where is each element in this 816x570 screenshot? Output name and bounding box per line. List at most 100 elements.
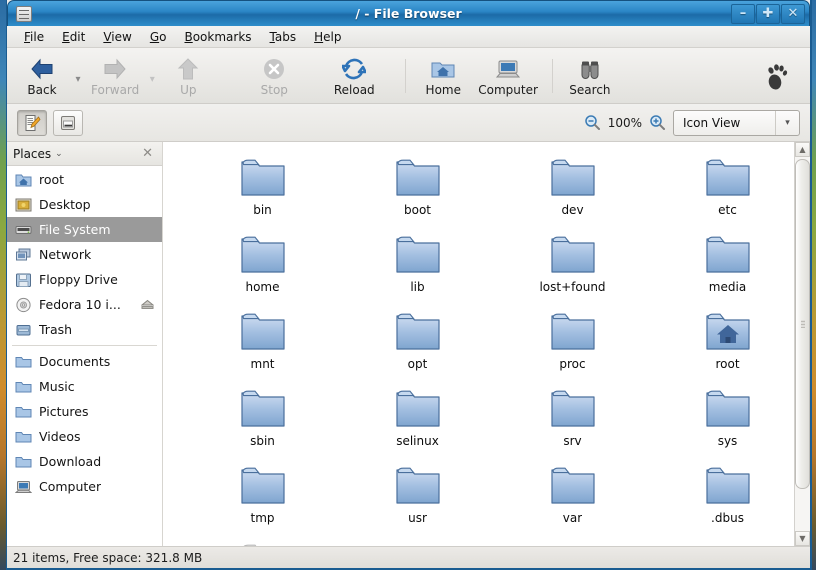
file-item[interactable]: root [650,304,794,381]
file-item-partial[interactable] [185,535,340,546]
file-item[interactable]: dev [495,150,650,227]
up-button[interactable]: Up [159,51,217,101]
file-view-area: bin boot dev etc home lib lost+found med… [163,142,810,546]
sidebar-item-documents[interactable]: Documents [7,349,162,374]
menu-view[interactable]: View [94,28,140,46]
eject-icon[interactable] [141,299,154,310]
file-item[interactable]: .dbus [650,458,794,535]
sidebar-item-file-system[interactable]: File System [7,217,162,242]
location-toolbar: 100% Icon View ▾ [7,104,810,142]
sidebar-item-videos[interactable]: Videos [7,424,162,449]
scrollbar-track[interactable] [795,157,810,531]
forward-history-dropdown[interactable]: ▾ [145,74,159,85]
sidebar-item-pictures[interactable]: Pictures [7,399,162,424]
file-label: boot [403,203,431,217]
stop-button[interactable]: Stop [245,51,303,101]
sidebar-item-root[interactable]: root [7,167,162,192]
sidebar-item-trash[interactable]: Trash [7,317,162,342]
home-folder-icon [703,308,753,354]
sidebar-item-desktop[interactable]: Desktop [7,192,162,217]
file-item[interactable]: etc [650,150,794,227]
chevron-down-icon[interactable]: ⌄ [55,149,63,159]
folder-icon [548,308,598,354]
scroll-down-arrow[interactable]: ▼ [795,531,810,546]
file-item[interactable]: boot [340,150,495,227]
places-header[interactable]: Places ⌄ ✕ [7,142,162,166]
menu-tabs[interactable]: Tabs [261,28,306,46]
file-label: root [715,357,740,371]
stop-label: Stop [260,82,288,97]
back-button[interactable]: Back [13,51,71,101]
file-item[interactable]: sys [650,381,794,458]
file-browser-window: / - File Browser – ✚ ✕ File Edit View Go… [6,0,812,570]
icon-view[interactable]: bin boot dev etc home lib lost+found med… [163,142,794,546]
file-item[interactable]: opt [340,304,495,381]
vertical-scrollbar[interactable]: ▲ ▼ [794,142,810,546]
desktop-icon [15,197,32,213]
menu-go[interactable]: Go [141,28,176,46]
computer-button[interactable]: Computer [472,51,544,101]
zoom-in-icon[interactable] [649,114,666,131]
file-item[interactable]: selinux [340,381,495,458]
sidebar-item-computer[interactable]: Computer [7,474,162,499]
file-item[interactable]: media [650,227,794,304]
window-title: / - File Browser [355,6,462,21]
file-label: bin [253,203,272,217]
menu-help[interactable]: Help [305,28,350,46]
menu-mnemonic: G [149,29,160,44]
file-item[interactable]: proc [495,304,650,381]
edit-location-toggle[interactable] [17,109,47,136]
file-item[interactable]: home [185,227,340,304]
forward-button[interactable]: Forward [85,51,145,101]
up-label: Up [180,82,197,97]
file-label: lib [410,280,425,294]
file-item[interactable]: usr [340,458,495,535]
menu-file[interactable]: File [15,28,53,46]
file-item[interactable]: lib [340,227,495,304]
menu-edit[interactable]: Edit [53,28,94,46]
folder-icon [15,404,32,420]
file-item[interactable]: mnt [185,304,340,381]
sidebar-item-label: Trash [39,322,73,337]
file-item[interactable]: var [495,458,650,535]
breadcrumb-toggle[interactable] [53,109,83,136]
menu-label: ookmarks [192,29,252,44]
scroll-up-arrow[interactable]: ▲ [795,142,810,157]
scrollbar-thumb[interactable] [795,159,810,489]
close-sidebar-icon[interactable]: ✕ [142,146,156,161]
window-body: Places ⌄ ✕ root Desktop File System Netw… [7,142,810,546]
menu-bookmarks[interactable]: Bookmarks [175,28,260,46]
sidebar-item-download[interactable]: Download [7,449,162,474]
folder-icon [15,379,32,395]
sidebar-item-floppy-drive[interactable]: Floppy Drive [7,267,162,292]
close-button[interactable]: ✕ [781,3,805,24]
sidebar-item-label: Desktop [39,197,91,212]
sidebar-item-label: Download [39,454,102,469]
file-item[interactable]: tmp [185,458,340,535]
back-history-dropdown[interactable]: ▾ [71,74,85,85]
sidebar-item-fedora-disc[interactable]: Fedora 10 i... [7,292,162,317]
sidebar-item-network[interactable]: Network [7,242,162,267]
file-item[interactable]: sbin [185,381,340,458]
search-button[interactable]: Search [561,51,619,101]
menu-bar: File Edit View Go Bookmarks Tabs Help [7,26,810,48]
file-label: tmp [250,511,275,525]
file-item[interactable]: srv [495,381,650,458]
file-item[interactable]: bin [185,150,340,227]
file-label: sys [717,434,738,448]
sidebar-item-label: Computer [39,479,102,494]
view-mode-select[interactable]: Icon View ▾ [673,109,800,136]
folder-icon [393,231,443,277]
reload-button[interactable]: Reload [325,51,383,101]
maximize-button[interactable]: ✚ [756,3,780,24]
file-label: .dbus [711,511,744,525]
window-menu-icon[interactable] [16,5,32,22]
zoom-out-icon[interactable] [584,114,601,131]
file-item[interactable]: lost+found [495,227,650,304]
sidebar-item-music[interactable]: Music [7,374,162,399]
network-icon [15,247,32,263]
minimize-button[interactable]: – [731,3,755,24]
gnome-footprint-logo [762,61,790,91]
window-titlebar[interactable]: / - File Browser – ✚ ✕ [7,0,810,26]
home-button[interactable]: Home [414,51,472,101]
